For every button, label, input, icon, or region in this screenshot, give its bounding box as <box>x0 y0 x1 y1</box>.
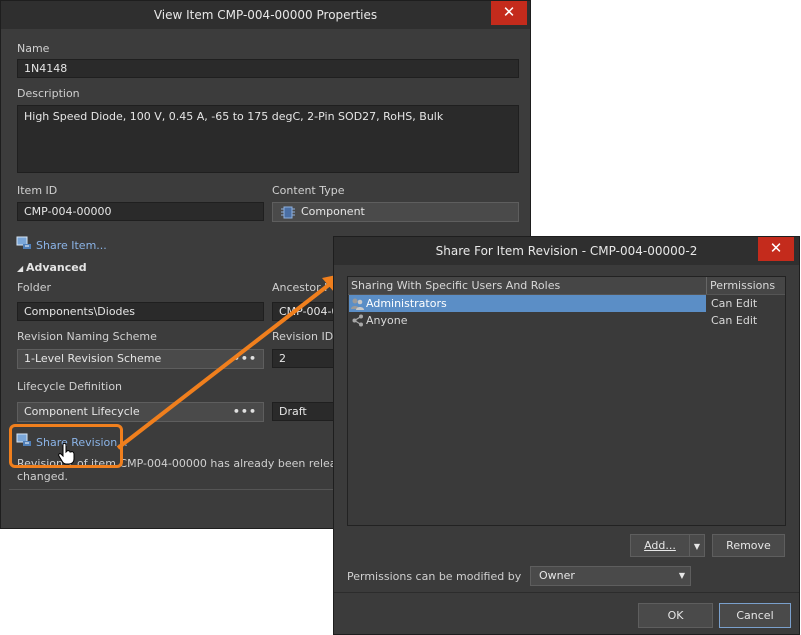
table-row-administrators[interactable]: Administrators Can Edit <box>349 295 784 312</box>
permissions-modified-value: Owner <box>539 569 575 582</box>
permissions-modified-label: Permissions can be modified by <box>347 570 522 583</box>
ok-button[interactable]: OK <box>638 603 713 628</box>
row-name: Anyone <box>366 314 408 327</box>
chevron-down-icon: ▼ <box>693 542 701 551</box>
group-icon <box>351 298 364 310</box>
header-divider <box>706 277 707 294</box>
add-button-label: Add... <box>644 539 676 552</box>
row-permission: Can Edit <box>711 314 758 327</box>
share-close-button[interactable]: ✕ <box>758 237 794 261</box>
share-dialog-title: Share For Item Revision - CMP-004-00000-… <box>334 237 799 265</box>
header-permissions: Permissions <box>710 279 776 292</box>
row-name: Administrators <box>366 297 447 310</box>
sharing-table-header: Sharing With Specific Users And Roles Pe… <box>348 277 785 295</box>
add-dropdown-button[interactable]: ▼ <box>689 534 705 557</box>
header-sharing-with: Sharing With Specific Users And Roles <box>351 279 561 292</box>
permissions-modified-select[interactable]: Owner ▼ <box>530 566 691 586</box>
share-dialog: Share For Item Revision - CMP-004-00000-… <box>333 236 800 635</box>
row-permission: Can Edit <box>711 297 758 310</box>
remove-button[interactable]: Remove <box>712 534 785 557</box>
add-button[interactable]: Add... <box>630 534 690 557</box>
share-icon <box>352 314 363 327</box>
cancel-button[interactable]: Cancel <box>719 603 791 628</box>
sharing-table: Sharing With Specific Users And Roles Pe… <box>347 276 786 526</box>
footer-divider <box>334 592 799 593</box>
table-row-anyone[interactable]: Anyone Can Edit <box>349 312 784 329</box>
dropdown-arrow-icon: ▼ <box>678 571 685 580</box>
